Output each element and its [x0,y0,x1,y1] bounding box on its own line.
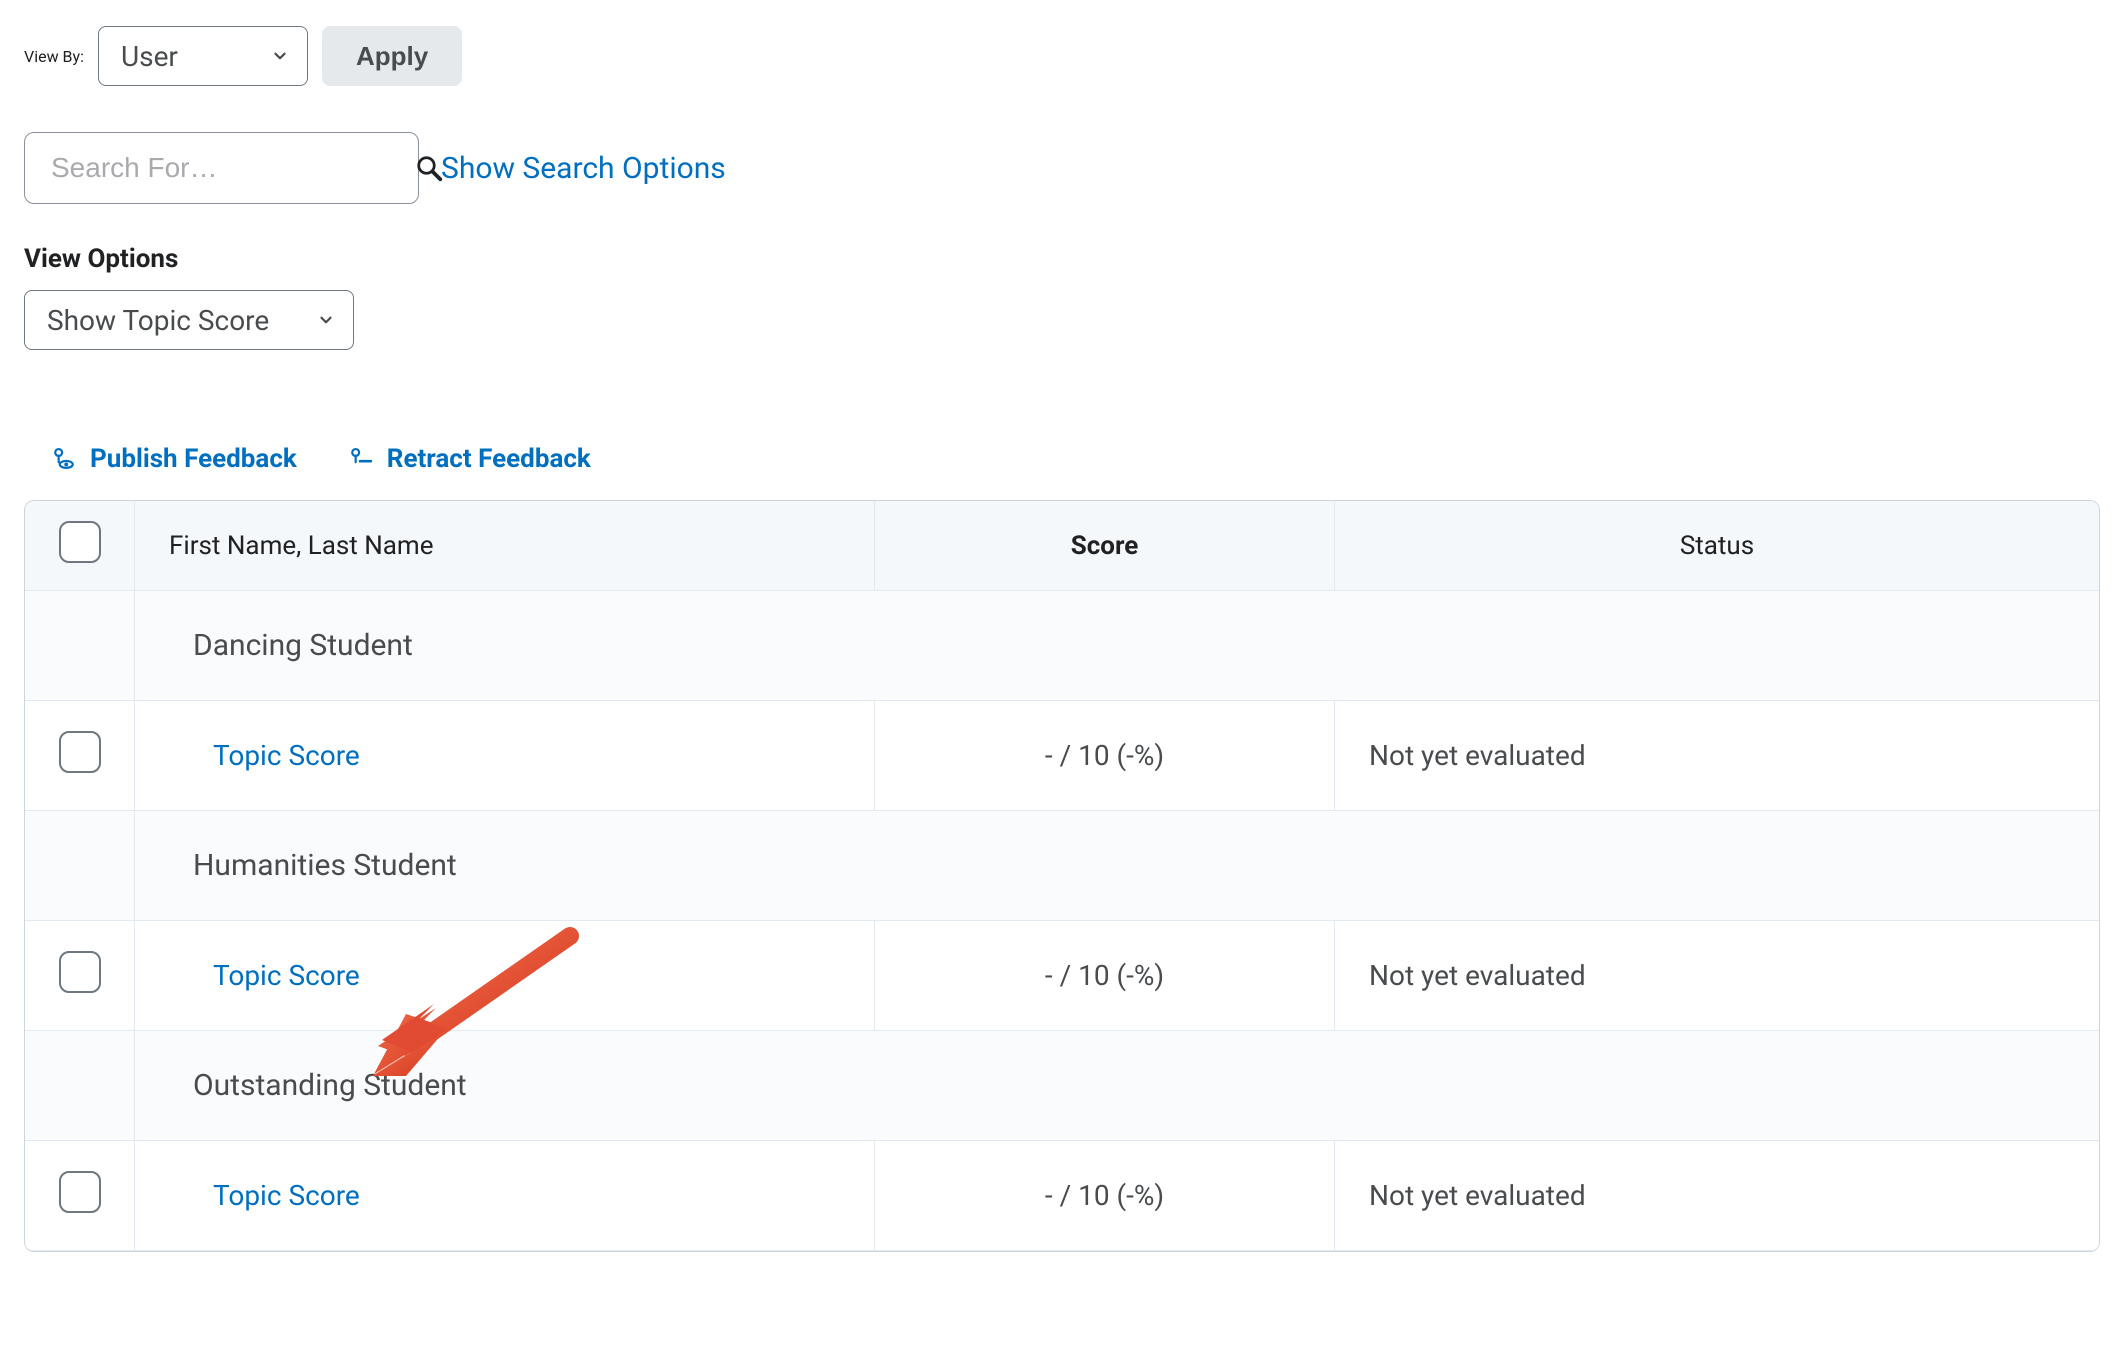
row-checkbox[interactable] [59,1171,101,1213]
view-options-heading: View Options [24,244,2100,274]
topic-score-link[interactable]: Topic Score [169,1179,360,1212]
topic-score-link[interactable]: Topic Score [169,959,360,992]
view-by-selected-value: User [121,40,178,73]
table-header-row: First Name, Last Name Score Status [25,501,2099,591]
search-icon[interactable] [414,153,444,183]
chevron-down-icon [317,311,335,329]
score-value: - / 10 (-%) [875,921,1335,1031]
score-value: - / 10 (-%) [875,701,1335,811]
chevron-down-icon [271,47,289,65]
view-by-label: View By: [24,47,84,66]
student-name: Dancing Student [135,591,2099,701]
table-score-row: Topic Score - / 10 (-%) Not yet evaluate… [25,701,2099,811]
publish-feedback-label: Publish Feedback [90,444,297,474]
student-name: Humanities Student [135,811,2099,921]
view-by-select[interactable]: User [98,26,308,86]
publish-feedback-button[interactable]: Publish Feedback [50,444,297,474]
retract-feedback-label: Retract Feedback [387,444,591,474]
student-name: Outstanding Student [135,1031,2099,1141]
view-options-selected-value: Show Topic Score [47,304,269,337]
table-student-row: Dancing Student [25,591,2099,701]
table-student-row: Outstanding Student [25,1031,2099,1141]
status-value: Not yet evaluated [1335,701,2099,811]
score-value: - / 10 (-%) [875,1141,1335,1251]
search-box[interactable] [24,132,419,204]
show-search-options-link[interactable]: Show Search Options [441,151,726,186]
status-value: Not yet evaluated [1335,921,2099,1031]
select-all-checkbox[interactable] [59,521,101,563]
table-score-row: Topic Score - / 10 (-%) Not yet evaluate… [25,921,2099,1031]
row-checkbox[interactable] [59,731,101,773]
assessment-table: First Name, Last Name Score Status Danci… [24,500,2100,1252]
view-options-select[interactable]: Show Topic Score [24,290,354,350]
search-input[interactable] [49,151,414,185]
apply-button[interactable]: Apply [322,26,462,86]
column-header-score: Score [875,501,1335,591]
retract-feedback-button[interactable]: Retract Feedback [347,444,591,474]
status-value: Not yet evaluated [1335,1141,2099,1251]
table-score-row: Topic Score - / 10 (-%) Not yet evaluate… [25,1141,2099,1251]
table-student-row: Humanities Student [25,811,2099,921]
column-header-name: First Name, Last Name [135,501,875,591]
topic-score-link[interactable]: Topic Score [169,739,360,772]
row-checkbox[interactable] [59,951,101,993]
retract-icon [347,446,373,472]
column-header-status: Status [1335,501,2099,591]
publish-icon [50,446,76,472]
